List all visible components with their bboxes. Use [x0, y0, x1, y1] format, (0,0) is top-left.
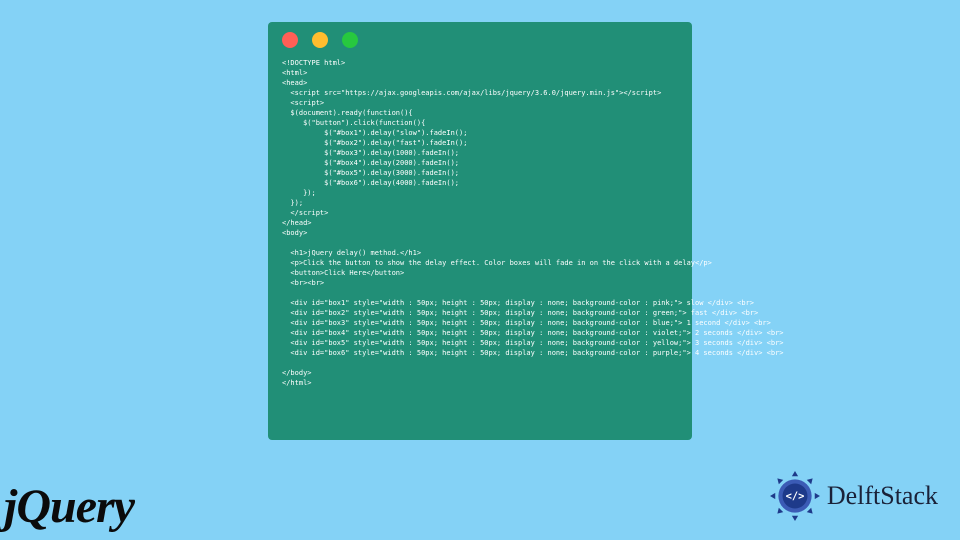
window-dot-yellow-icon	[312, 32, 328, 48]
traffic-lights	[282, 32, 678, 48]
svg-text:</>: </>	[785, 491, 804, 503]
window-dot-red-icon	[282, 32, 298, 48]
delftstack-badge-icon: </>	[769, 470, 821, 522]
code-window: <!DOCTYPE html> <html> <head> <script sr…	[268, 22, 692, 440]
jquery-logo: jQuery	[4, 479, 134, 534]
delftstack-logo-block: </> DelftStack	[769, 470, 938, 522]
code-content: <!DOCTYPE html> <html> <head> <script sr…	[282, 58, 678, 388]
delftstack-text: DelftStack	[827, 481, 938, 511]
window-dot-green-icon	[342, 32, 358, 48]
